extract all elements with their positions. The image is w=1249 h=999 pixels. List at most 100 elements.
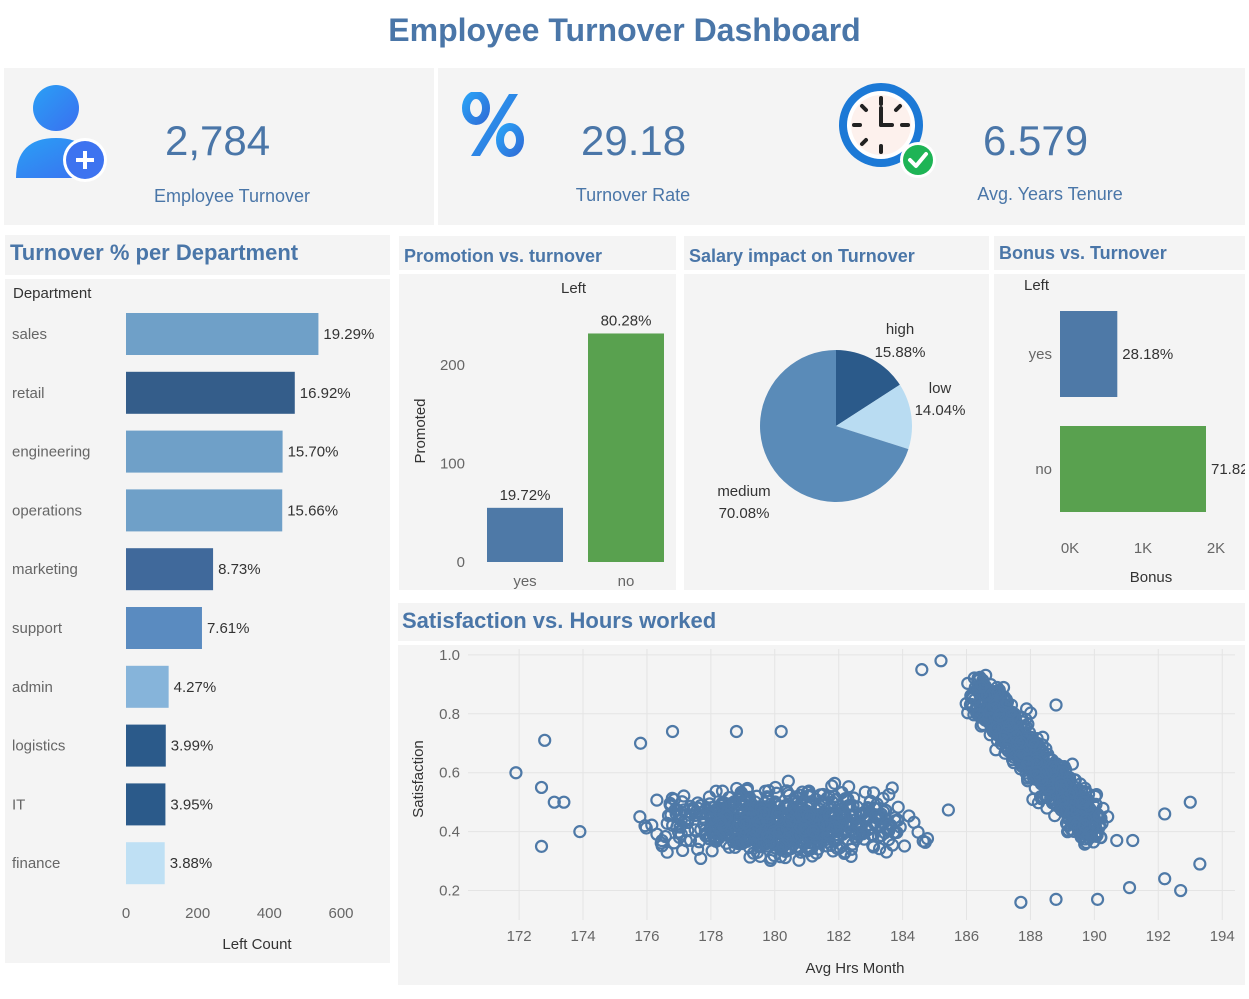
scatter-point — [633, 736, 648, 750]
page-title: Employee Turnover Dashboard — [388, 12, 861, 48]
scatter-x-tick: 178 — [698, 928, 723, 945]
scatter-point — [774, 724, 788, 739]
bonus-x-tick: 0K — [1061, 540, 1079, 557]
bonus-category-label: no — [1035, 461, 1052, 478]
kpi-tenure-value: 6.579 — [983, 117, 1089, 164]
dept-data-label: 16.92% — [300, 385, 351, 402]
scatter-point — [1014, 895, 1028, 909]
dept-data-label: 3.99% — [171, 738, 214, 755]
scatter-point — [1126, 833, 1140, 848]
kpi-turnover-value: 2,784 — [165, 117, 271, 164]
salary-slice-name: low — [929, 380, 952, 397]
kpi-tenure-label: Avg. Years Tenure — [977, 184, 1123, 204]
scatter-point — [538, 733, 552, 747]
scatter-point — [941, 803, 955, 817]
dept-x-tick: 600 — [328, 905, 353, 922]
scatter-chart: 172 174 176 178 180 182 184 186 188 190 192 194 0.2 0… — [410, 647, 1235, 977]
dept-x-tick: 400 — [257, 905, 282, 922]
salary-slice-label: 14.04% — [915, 402, 966, 419]
dept-data-label: 8.73% — [218, 561, 261, 578]
dept-bar — [126, 489, 283, 532]
dept-bar — [126, 548, 214, 591]
dept-category-label: marketing — [12, 561, 78, 578]
scatter-point — [1110, 833, 1124, 848]
scatter-point — [1158, 807, 1172, 821]
bonus-data-label: 28.18% — [1122, 346, 1173, 363]
promo-category-label: no — [618, 573, 635, 590]
dept-bar — [126, 607, 202, 649]
dept-data-label: 7.61% — [207, 620, 250, 637]
scatter-y-axis-label: Satisfaction — [410, 740, 427, 818]
scatter-point — [705, 844, 719, 858]
promo-data-label: 80.28% — [601, 312, 652, 329]
bonus-category-label: yes — [1029, 346, 1052, 363]
scatter-point — [1049, 892, 1063, 906]
promo-chart-title: Promotion vs. turnover — [404, 246, 603, 266]
scatter-y-tick: 0.2 — [439, 883, 460, 900]
scatter-point — [1122, 880, 1137, 895]
scatter-x-tick: 184 — [890, 928, 915, 945]
scatter-point — [1158, 872, 1172, 886]
dept-bar — [126, 724, 166, 767]
promo-category-label: yes — [513, 573, 536, 590]
promo-data-label: 19.72% — [500, 487, 551, 504]
dept-category-label: retail — [12, 385, 45, 402]
dept-category-label: finance — [12, 855, 60, 872]
dept-data-label: 4.27% — [174, 679, 217, 696]
salary-pie-chart: high 15.88% low 14.04% medium 70.08% — [717, 321, 966, 522]
scatter-point — [885, 781, 899, 795]
salary-slice-label: 70.08% — [719, 505, 770, 522]
scatter-point — [897, 839, 912, 853]
clock-check-icon — [839, 83, 936, 178]
dept-category-label: support — [12, 620, 63, 637]
scatter-point — [1183, 795, 1197, 809]
dept-category-label: logistics — [12, 738, 65, 755]
dept-data-label: 3.88% — [170, 855, 213, 872]
promo-bar — [487, 507, 563, 562]
dept-category-label: IT — [12, 796, 25, 813]
dept-category-label: sales — [12, 326, 47, 343]
scatter-point — [729, 724, 744, 739]
dept-bar — [126, 783, 166, 826]
dept-bar — [126, 313, 319, 355]
bonus-bar-chart: yes 28.18% no 71.82% 0K 1K 2K Bonus — [1029, 311, 1245, 586]
scatter-point — [915, 663, 929, 677]
bonus-x-tick: 2K — [1207, 540, 1225, 557]
scatter-x-tick: 194 — [1210, 928, 1235, 945]
promo-y-tick: 200 — [440, 357, 465, 374]
dept-data-label: 19.29% — [323, 326, 374, 343]
dept-bar — [126, 665, 169, 708]
dept-category-label: engineering — [12, 444, 90, 461]
scatter-x-tick: 180 — [762, 928, 787, 945]
bonus-bar — [1060, 426, 1206, 512]
scatter-point — [534, 780, 549, 795]
dept-x-tick: 0 — [122, 905, 130, 922]
dept-bar — [126, 842, 165, 885]
scatter-x-tick: 186 — [954, 928, 979, 945]
bonus-x-tick: 1K — [1134, 540, 1152, 557]
scatter-x-tick: 192 — [1146, 928, 1171, 945]
salary-chart-title: Salary impact on Turnover — [689, 246, 915, 266]
scatter-y-tick: 0.4 — [439, 824, 460, 841]
kpi-turnover-label: Employee Turnover — [153, 186, 311, 206]
scatter-point — [1090, 892, 1105, 906]
promo-y-axis-label: Promoted — [412, 398, 429, 463]
scatter-y-tick: 0.6 — [439, 765, 460, 782]
scatter-y-tick: 0.8 — [439, 706, 460, 723]
scatter-x-tick: 174 — [571, 928, 596, 945]
dept-data-label: 15.66% — [287, 502, 338, 519]
dept-category-label: admin — [12, 679, 53, 696]
kpi-rate-label: Turnover Rate — [575, 185, 691, 205]
dept-x-axis-label: Left Count — [222, 936, 292, 953]
bonus-data-label: 71.82% — [1211, 461, 1245, 478]
scatter-y-tick: 1.0 — [439, 647, 460, 664]
scatter-point — [534, 839, 549, 853]
scatter-point — [891, 800, 905, 814]
scatter-chart-title: Satisfaction vs. Hours worked — [402, 608, 717, 633]
dept-chart-title: Turnover % per Department — [10, 240, 299, 265]
dept-bar-chart: sales 19.29% retail 16.92% engineering 15.70%… — [12, 313, 374, 953]
promo-bar-chart: 0 100 200 Promoted 19.72% yes 80.28% no — [412, 312, 664, 590]
dept-data-label: 3.95% — [170, 796, 213, 813]
bonus-chart-title: Bonus vs. Turnover — [999, 243, 1167, 263]
scatter-point — [1193, 857, 1207, 871]
